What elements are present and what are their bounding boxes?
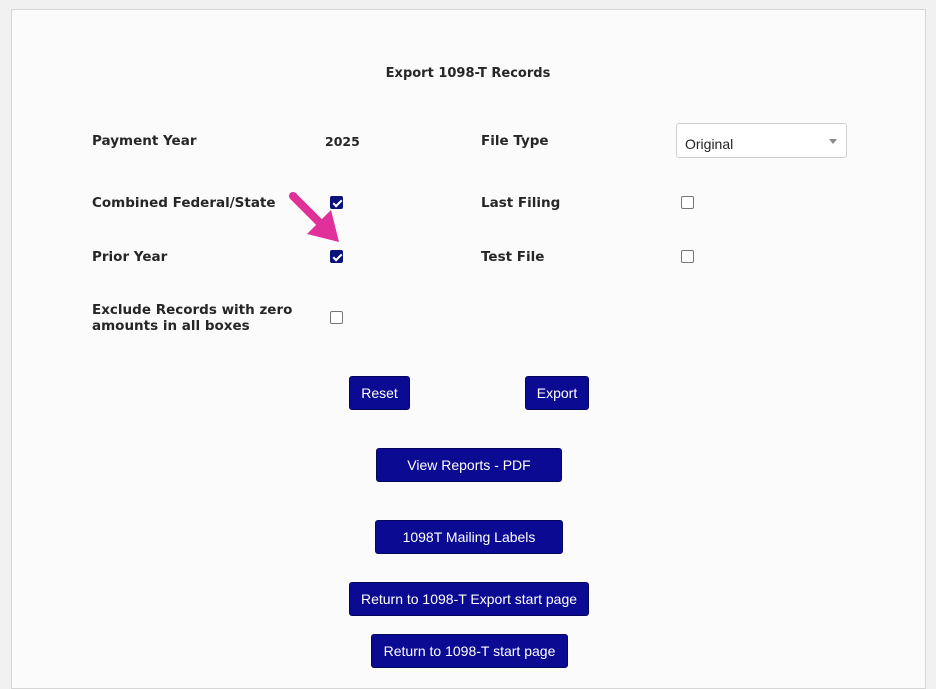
exclude-zero-records-checkbox[interactable] — [330, 311, 343, 324]
chevron-down-icon — [829, 139, 837, 144]
return-start-button[interactable]: Return to 1098-T start page — [371, 634, 568, 668]
exclude-zero-records-label-line1: Exclude Records with zero — [92, 302, 293, 318]
export-button[interactable]: Export — [525, 376, 589, 410]
reset-button[interactable]: Reset — [349, 376, 410, 410]
file-type-label: File Type — [481, 133, 549, 149]
exclude-zero-records-label-line2: amounts in all boxes — [92, 318, 250, 334]
test-file-label: Test File — [481, 249, 545, 265]
prior-year-checkbox[interactable] — [330, 250, 343, 263]
file-type-select[interactable]: Original — [676, 123, 847, 158]
combined-federal-state-label: Combined Federal/State — [92, 195, 276, 211]
last-filing-label: Last Filing — [481, 195, 561, 211]
return-export-start-button[interactable]: Return to 1098-T Export start page — [349, 582, 589, 616]
payment-year-value: 2025 — [325, 134, 360, 149]
test-file-checkbox[interactable] — [681, 250, 694, 263]
mailing-labels-button[interactable]: 1098T Mailing Labels — [375, 520, 563, 554]
file-type-selected-value: Original — [685, 136, 734, 152]
view-reports-pdf-button[interactable]: View Reports - PDF — [376, 448, 562, 482]
exclude-zero-records-label: Exclude Records with zero amounts in all… — [92, 302, 292, 334]
last-filing-checkbox[interactable] — [681, 196, 694, 209]
payment-year-label: Payment Year — [92, 133, 197, 149]
pointer-arrow-icon — [289, 192, 339, 242]
prior-year-label: Prior Year — [92, 249, 168, 265]
page-title: Export 1098-T Records — [385, 66, 551, 81]
